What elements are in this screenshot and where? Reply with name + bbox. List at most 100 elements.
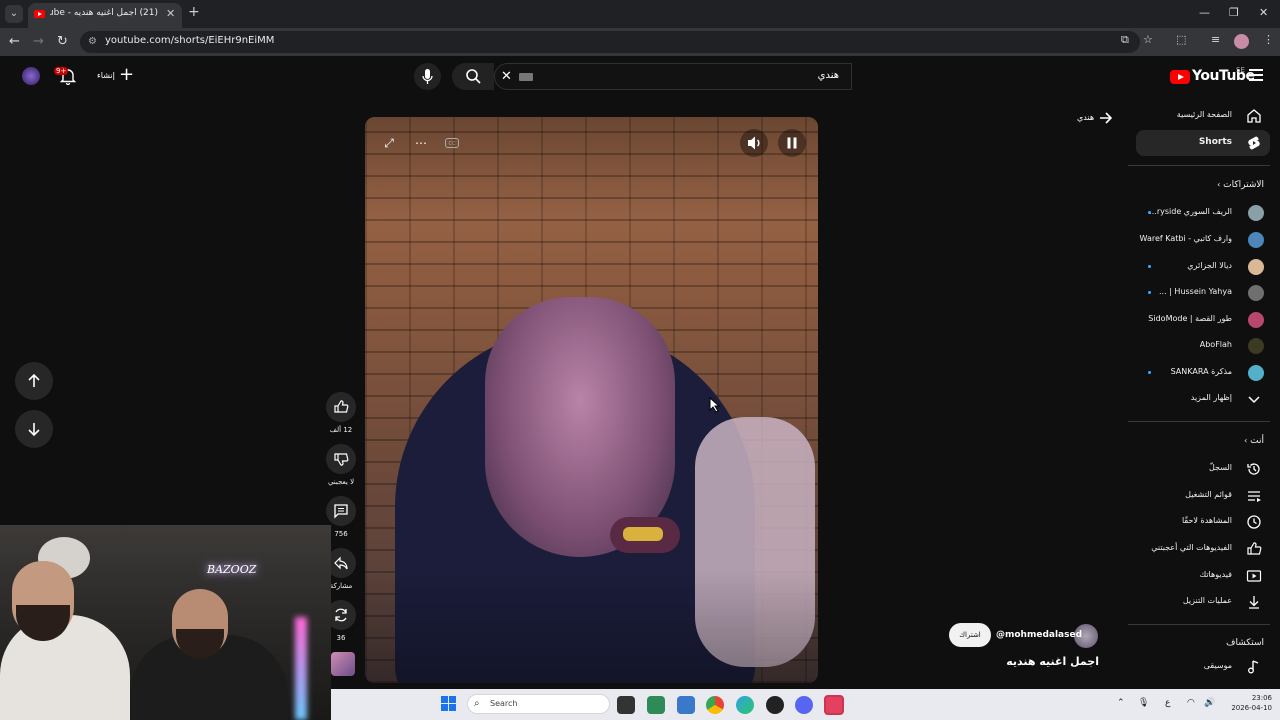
active-tab[interactable]: (21) اجمل اغنيه هنديه - YouTube ✕: [28, 3, 182, 28]
chevron-down-icon: [1248, 396, 1260, 404]
tab-search-button[interactable]: ⌄: [5, 5, 23, 23]
sidebar-show-more[interactable]: إظهار المزيد: [1128, 386, 1270, 412]
sidebar-subscription[interactable]: ديالا الجزائري: [1128, 254, 1270, 280]
sidebar-subscription[interactable]: مذكرة SANKARA: [1128, 360, 1270, 386]
short-title[interactable]: اجمل اغنيه هنديه: [1006, 655, 1099, 668]
sidebar-subscription[interactable]: طور القصة | SidoMode: [1128, 307, 1270, 333]
more-options-icon[interactable]: ⋯: [407, 129, 435, 157]
sidebar-item-your-videos[interactable]: فيديوهاتك: [1128, 563, 1270, 589]
next-short-button[interactable]: [15, 410, 53, 448]
like-count: 12 ألف: [329, 426, 353, 434]
photos-icon[interactable]: [677, 696, 695, 714]
sidebar-item-home[interactable]: الصفحة الرئيسية: [1128, 103, 1270, 129]
new-content-dot: [1148, 211, 1151, 214]
system-clock[interactable]: 23:06 2026-04-10: [1222, 693, 1272, 713]
sidebar-item-label: المشاهدة لاحقًا: [1181, 516, 1232, 525]
subscriptions-heading[interactable]: الاشتراكات ›: [1217, 180, 1264, 190]
account-avatar[interactable]: [22, 67, 40, 85]
sidebar-item-liked-videos[interactable]: الفيديوهات التي أعجبتني: [1128, 536, 1270, 562]
voice-search-button[interactable]: [414, 63, 441, 90]
previous-short-button[interactable]: [15, 362, 53, 400]
forward-icon[interactable]: →: [33, 34, 44, 49]
new-tab-button[interactable]: +: [188, 4, 200, 20]
restore-icon[interactable]: ❐: [1229, 6, 1239, 19]
new-content-dot: [1148, 265, 1151, 268]
short-video-player[interactable]: ⤢ ⋯ CC: [365, 117, 818, 683]
pinned-app-icon[interactable]: [824, 695, 844, 715]
windows-start-icon[interactable]: [441, 696, 456, 711]
sidebar-item-watch-later[interactable]: المشاهدة لاحقًا: [1128, 509, 1270, 535]
sidebar-item-music[interactable]: موسيقى: [1128, 654, 1270, 680]
chrome-icon[interactable]: [706, 696, 724, 714]
close-tab-icon[interactable]: ✕: [166, 7, 175, 20]
sound-thumbnail[interactable]: [331, 652, 355, 676]
discord-icon[interactable]: [795, 696, 813, 714]
guide-menu-icon[interactable]: [1249, 69, 1263, 81]
install-app-icon[interactable]: ⧉: [1121, 33, 1129, 47]
logo-text: YouTube: [1192, 68, 1255, 84]
subscribe-button[interactable]: اشتراك: [949, 623, 991, 647]
pause-icon[interactable]: [778, 129, 806, 157]
video-overlay-gradient: [365, 117, 818, 683]
extensions-icon[interactable]: ⬚: [1176, 33, 1186, 46]
task-view-icon[interactable]: [617, 696, 635, 714]
close-window-icon[interactable]: ✕: [1259, 6, 1268, 19]
notification-count-badge: 9+: [54, 67, 69, 75]
search-button[interactable]: [452, 63, 494, 90]
clock-time: 23:06: [1251, 694, 1272, 702]
thumbs-up-icon: [334, 400, 349, 413]
subscription-label: ديالا الجزائري: [1187, 261, 1232, 270]
reload-icon[interactable]: ↻: [57, 34, 68, 49]
taskbar-search-box[interactable]: ⌕ Search: [467, 694, 610, 714]
subscription-label: مذكرة SANKARA: [1170, 367, 1232, 376]
sidebar-item-label: عمليات التنزيل: [1182, 596, 1232, 605]
download-icon: [1249, 596, 1259, 609]
fullscreen-icon[interactable]: ⤢: [375, 129, 403, 157]
keyboard-icon[interactable]: [519, 73, 533, 81]
sidebar-subscription[interactable]: الريف السوري ryside...: [1128, 200, 1270, 226]
chevron-icon: ›: [1217, 180, 1221, 189]
dislike-button[interactable]: [326, 444, 356, 474]
browser-menu-icon[interactable]: ⋮: [1263, 33, 1274, 46]
clear-search-icon[interactable]: ✕: [501, 69, 512, 84]
sidebar-subscription[interactable]: وارف كاتبي - Waref Katbi: [1128, 227, 1270, 253]
back-icon[interactable]: ←: [9, 34, 20, 49]
sidebar-item-shorts[interactable]: Shorts: [1136, 130, 1270, 156]
sidebar-item-label: قوائم التشغيل: [1185, 490, 1232, 499]
sidebar-item-downloads[interactable]: عمليات التنزيل: [1128, 589, 1270, 615]
like-button[interactable]: [326, 392, 356, 422]
obs-icon[interactable]: [766, 696, 784, 714]
show-more-label: إظهار المزيد: [1190, 393, 1232, 402]
comments-button[interactable]: [326, 496, 356, 526]
short-channel-handle[interactable]: @mohmedalased: [996, 630, 1082, 640]
address-bar[interactable]: ⚙ youtube.com/shorts/EiEHr9nEiMM: [80, 31, 1140, 53]
volume-tray-icon[interactable]: 🔊: [1204, 698, 1215, 708]
sidebar-item-history[interactable]: السجلّ: [1128, 456, 1270, 482]
volume-icon[interactable]: [740, 129, 768, 157]
sidebar-item-playlists[interactable]: قوائم التشغيل: [1128, 483, 1270, 509]
edge-icon[interactable]: [736, 696, 754, 714]
captions-icon[interactable]: CC: [445, 138, 459, 148]
remix-icon: [335, 608, 347, 622]
search-input[interactable]: هندي ✕: [494, 63, 852, 90]
youtube-logo[interactable]: YouTube SE: [1170, 66, 1255, 86]
wifi-icon[interactable]: ◠: [1187, 698, 1195, 708]
sidebar-subscription[interactable]: Hussein Yahya | ...: [1128, 280, 1270, 306]
subscription-label: وارف كاتبي - Waref Katbi: [1139, 234, 1232, 243]
tray-overflow-icon[interactable]: ⌃: [1117, 698, 1125, 708]
you-heading[interactable]: أنت ›: [1244, 436, 1264, 446]
subscription-label: Hussein Yahya | ...: [1159, 287, 1232, 296]
chevron-icon: ›: [1244, 436, 1248, 445]
like-icon: [1247, 542, 1262, 555]
sidebar-subscription[interactable]: AboFlah: [1128, 333, 1270, 359]
tray-mic-icon[interactable]: 🎙: [1138, 698, 1149, 708]
input-language[interactable]: ع: [1165, 698, 1170, 708]
sidebar-item-label: موسيقى: [1203, 661, 1232, 670]
minimize-icon[interactable]: —: [1199, 6, 1210, 19]
reading-list-icon[interactable]: ≡: [1211, 33, 1220, 46]
store-icon[interactable]: [647, 696, 665, 714]
bookmark-star-icon[interactable]: ☆: [1143, 33, 1153, 46]
profile-avatar[interactable]: [1234, 34, 1249, 49]
microphone-icon: [422, 69, 433, 84]
site-info-icon[interactable]: ⚙: [88, 36, 97, 47]
